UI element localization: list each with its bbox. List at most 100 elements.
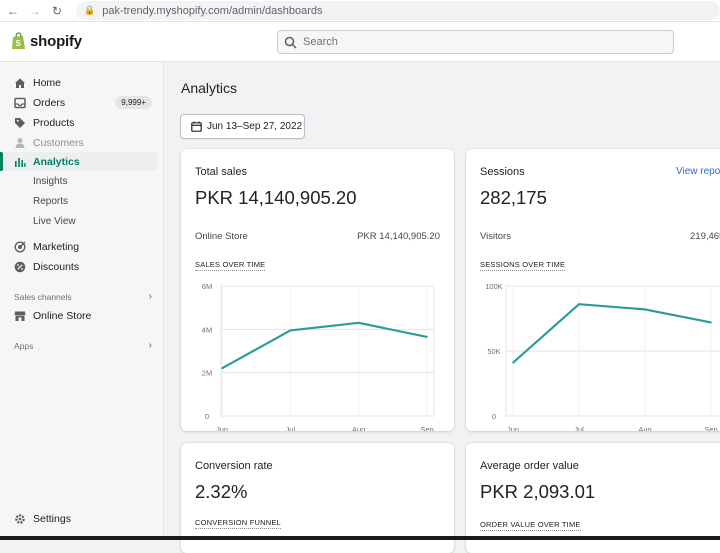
x-tick-label: Jul <box>574 425 584 431</box>
sales-channels-header[interactable]: Sales channels › <box>14 291 152 302</box>
sidebar: Home Orders 9,999+ Products Customers An… <box>0 62 164 540</box>
sidebar-item-label: Settings <box>33 512 71 525</box>
y-tick-label: 6M <box>202 282 212 291</box>
card-title: Average order value <box>480 460 579 472</box>
sidebar-item-label: Discounts <box>33 260 80 273</box>
sidebar-item-label: Insights <box>33 176 68 187</box>
taskbar-strip <box>0 536 720 540</box>
sessions-over-time-chart: 0 50K 100K Jun Jul Aug Sep <box>485 282 720 431</box>
data-point <box>357 322 360 324</box>
sales-channels-label: Sales channels <box>14 291 72 302</box>
bar-chart-icon <box>13 155 27 169</box>
page-title: Analytics <box>181 80 238 96</box>
sidebar-item-marketing[interactable]: Marketing <box>0 237 158 256</box>
sidebar-item-customers[interactable]: Customers <box>0 133 158 152</box>
chevron-right-icon[interactable]: › <box>149 340 152 351</box>
x-tick-label: Sep <box>704 425 717 431</box>
lock-icon: 🔒 <box>84 5 96 15</box>
sidebar-item-home[interactable]: Home <box>0 73 158 92</box>
chart-title[interactable]: CONVERSION FUNNEL <box>195 518 281 529</box>
total-sales-value: PKR 14,140,905.20 <box>195 187 357 208</box>
apps-header[interactable]: Apps › <box>14 340 152 351</box>
card-title: Total sales <box>195 166 247 178</box>
x-tick-label: Jun <box>216 425 228 431</box>
sidebar-item-settings[interactable]: Settings <box>0 509 158 528</box>
series-line <box>512 303 712 364</box>
sidebar-item-label: Customers <box>33 136 84 149</box>
y-tick-label: 100K <box>485 282 503 291</box>
visitors-value: 219,465 <box>690 231 720 242</box>
sessions-value: 282,175 <box>480 187 547 208</box>
chart-title[interactable]: ORDER VALUE OVER TIME <box>480 520 581 531</box>
sidebar-item-label: Orders <box>33 96 66 109</box>
data-point <box>426 336 428 338</box>
sidebar-item-label: Reports <box>33 196 69 207</box>
calendar-icon <box>191 121 202 132</box>
sidebar-item-reports[interactable]: Reports <box>0 192 158 211</box>
y-tick-label: 0 <box>492 412 496 421</box>
target-icon <box>13 240 27 254</box>
sidebar-item-products[interactable]: Products <box>0 113 158 132</box>
conversion-rate-value: 2.32% <box>195 481 248 502</box>
chevron-right-icon[interactable]: › <box>149 291 152 302</box>
sidebar-item-label: Marketing <box>33 240 80 253</box>
orders-icon <box>13 96 27 110</box>
svg-text:S: S <box>16 39 22 48</box>
shopify-logo[interactable]: S shopify <box>11 32 82 50</box>
search-icon <box>284 36 297 49</box>
shopify-bag-icon: S <box>12 32 25 49</box>
chart-title[interactable]: SESSIONS OVER TIME <box>480 260 566 271</box>
person-icon <box>13 136 27 150</box>
view-report-link[interactable]: View report <box>676 166 720 177</box>
data-point <box>512 361 514 364</box>
home-icon <box>13 76 27 90</box>
sidebar-item-online-store[interactable]: Online Store <box>0 306 158 325</box>
sessions-card: Sessions View report 282,175 Visitors 21… <box>466 149 720 431</box>
x-tick-label: Aug <box>638 425 651 431</box>
y-tick-label: 2M <box>202 369 212 378</box>
sidebar-item-label: Home <box>33 76 62 89</box>
address-bar[interactable]: 🔒 pak-trendy.myshopify.com/admin/dashboa… <box>76 1 720 20</box>
y-tick-label: 4M <box>202 325 212 334</box>
reload-icon[interactable]: ↻ <box>48 2 66 20</box>
visitors-label: Visitors <box>480 231 511 242</box>
data-point <box>578 303 580 305</box>
aov-value: PKR 2,093.01 <box>480 481 596 502</box>
sidebar-item-insights[interactable]: Insights <box>0 172 158 191</box>
sidebar-item-analytics[interactable]: Analytics <box>0 152 158 171</box>
search-input[interactable] <box>303 36 663 48</box>
sidebar-item-discounts[interactable]: Discounts <box>0 257 158 276</box>
chart-title[interactable]: SALES OVER TIME <box>195 260 266 271</box>
data-point <box>289 329 292 332</box>
date-range-label: Jun 13–Sep 27, 2022 <box>207 121 303 132</box>
discount-icon <box>13 260 27 274</box>
back-arrow-icon[interactable]: ← <box>4 2 22 20</box>
browser-toolbar: ← → ↻ 🔒 pak-trendy.myshopify.com/admin/d… <box>0 0 720 22</box>
sidebar-item-label: Analytics <box>33 155 80 168</box>
x-tick-label: Sep <box>420 425 433 431</box>
data-point <box>221 367 223 370</box>
x-tick-label: Jun <box>507 425 519 431</box>
apps-label: Apps <box>14 340 34 351</box>
card-title: Sessions <box>480 166 525 178</box>
card-title: Conversion rate <box>195 460 273 472</box>
search-bar[interactable] <box>277 30 674 54</box>
date-range-button[interactable]: Jun 13–Sep 27, 2022 <box>180 114 305 139</box>
sidebar-item-label: Products <box>33 116 75 129</box>
sidebar-item-orders[interactable]: Orders 9,999+ <box>0 93 158 112</box>
sidebar-item-label: Online Store <box>33 309 92 322</box>
forward-arrow-icon[interactable]: → <box>26 2 44 20</box>
sidebar-item-live-view[interactable]: Live View <box>0 212 158 231</box>
total-sales-card: Total sales PKR 14,140,905.20 Online Sto… <box>181 149 454 431</box>
x-tick-label: Aug <box>352 425 365 431</box>
url-text: pak-trendy.myshopify.com/admin/dashboard… <box>102 4 323 17</box>
sales-over-time-chart: 0 2M 4M 6M Jun Jul Aug Sep <box>202 282 435 431</box>
gear-icon <box>13 512 27 526</box>
orders-count-badge: 9,999+ <box>115 96 152 109</box>
active-indicator <box>0 152 3 171</box>
tag-icon <box>13 116 27 130</box>
online-store-value: PKR 14,140,905.20 <box>357 231 440 242</box>
store-icon <box>13 309 27 323</box>
online-store-label: Online Store <box>195 231 248 242</box>
y-tick-label: 0 <box>205 412 209 421</box>
